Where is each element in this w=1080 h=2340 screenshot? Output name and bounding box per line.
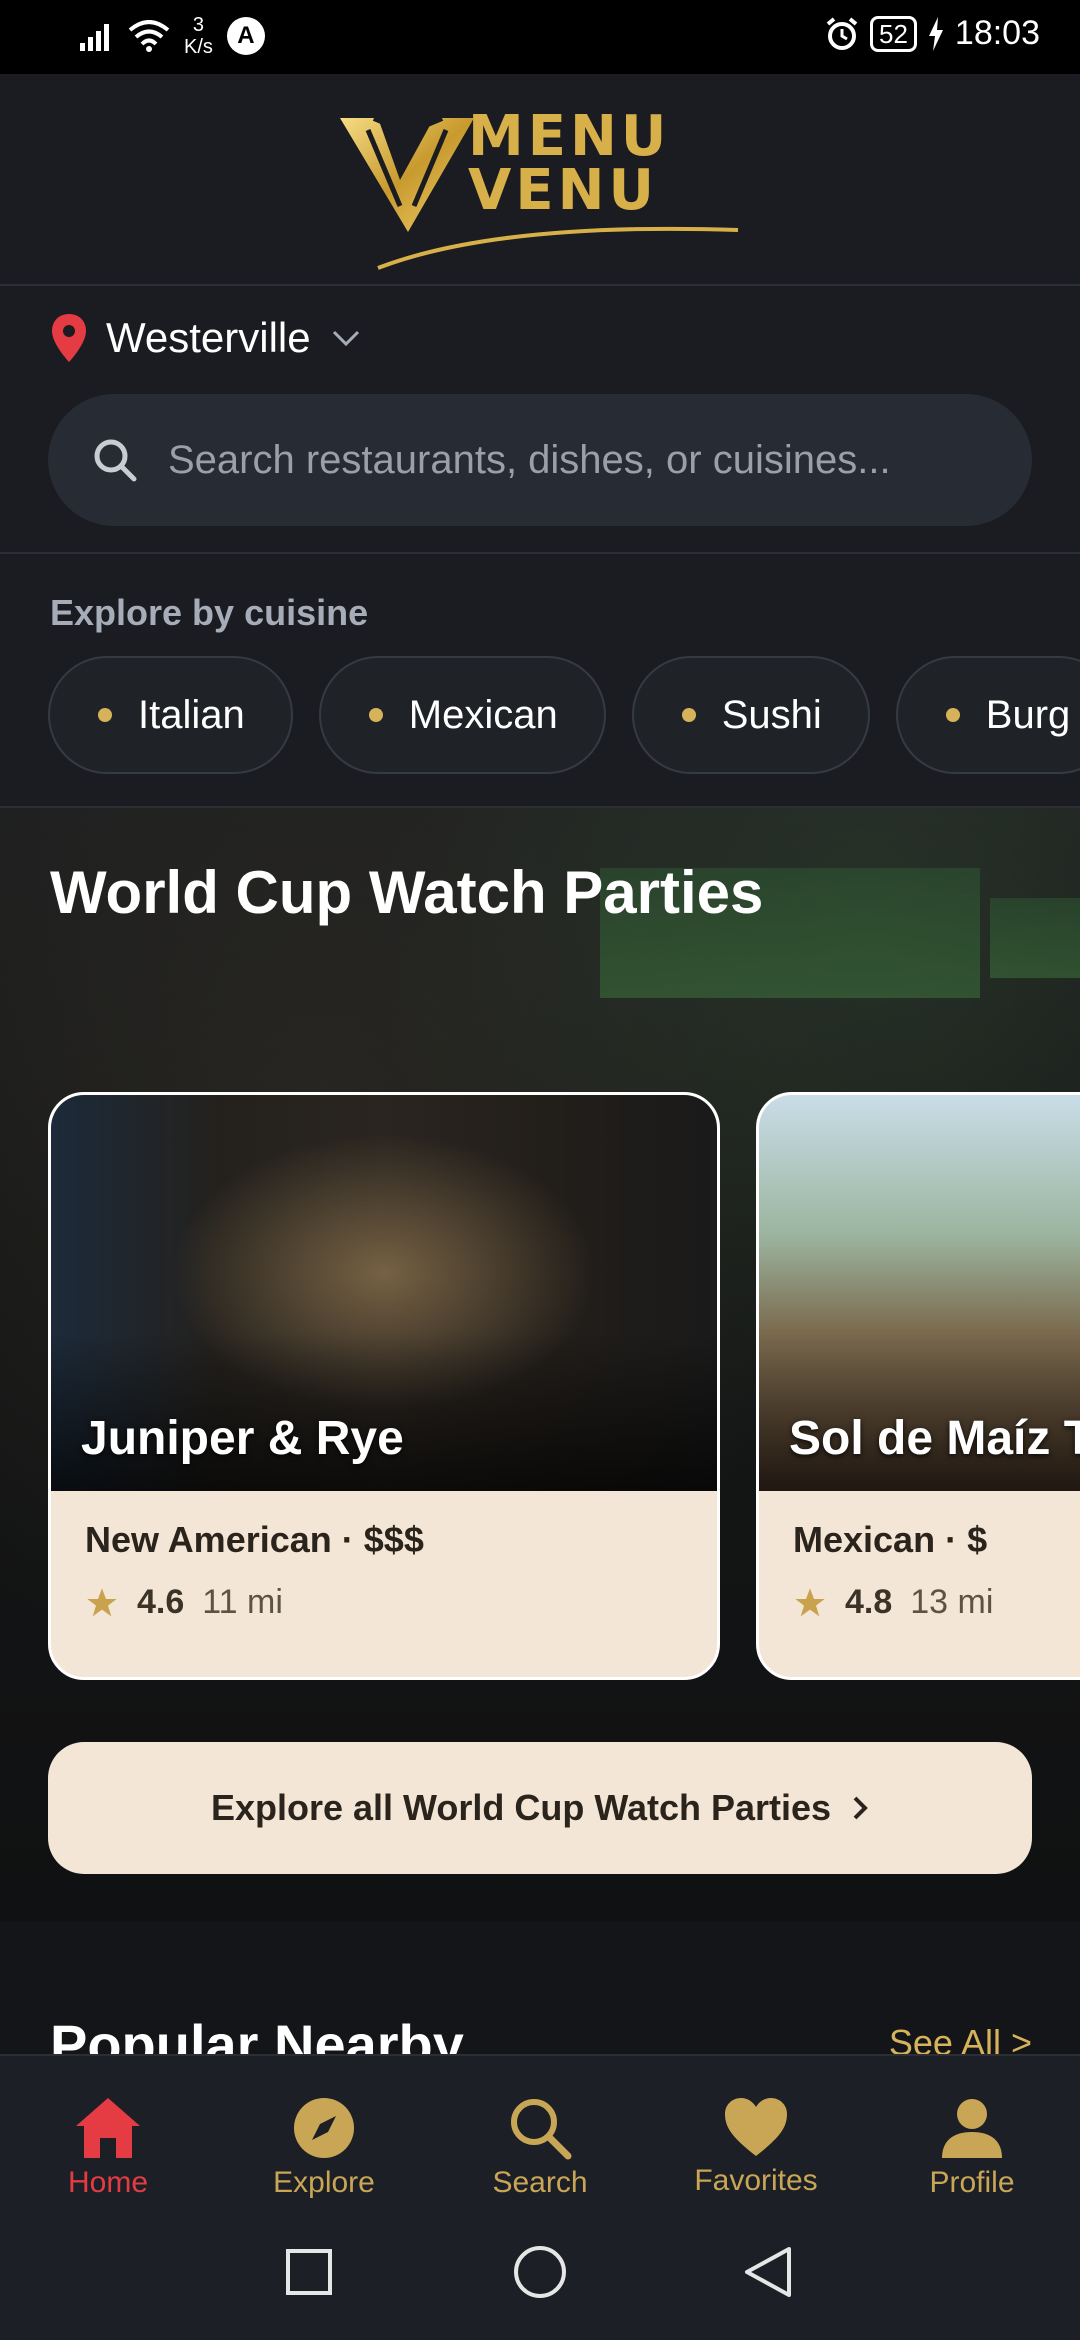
chip-dot [98, 708, 112, 722]
restaurant-meta: 4.8 13 mi [793, 1583, 993, 1622]
restaurant-rating: 4.8 [845, 1583, 893, 1621]
restaurant-rating: 4.6 [137, 1583, 185, 1621]
popular-nearby-section: Popular Nearby See All > [0, 1922, 1080, 2076]
restaurant-cuisine: New American [85, 1519, 332, 1560]
app-header: MENU VENU [0, 74, 1080, 286]
restaurant-name: Sol de Maíz T [789, 1412, 1080, 1465]
nav-profile[interactable]: Profile [872, 2096, 1072, 2200]
separator-dot: · [341, 1519, 364, 1560]
background-tv-screen [990, 898, 1080, 978]
chevron-down-icon [332, 330, 359, 347]
back-button-icon[interactable] [743, 2245, 793, 2299]
battery-indicator: 52 [869, 15, 917, 52]
recents-button-icon[interactable] [285, 2248, 333, 2296]
cuisine-chip-sushi[interactable]: Sushi [631, 656, 870, 774]
watch-parties-section: World Cup Watch Parties Juniper & Rye Ne… [0, 808, 1080, 1922]
home-button-icon[interactable] [513, 2245, 567, 2299]
vpn-icon: A [226, 17, 265, 55]
map-pin-icon [52, 314, 86, 362]
chip-dot [368, 708, 383, 722]
nav-search[interactable]: Search [440, 2096, 640, 2200]
nav-label: Profile [929, 2166, 1015, 2199]
restaurant-name: Juniper & Rye [81, 1412, 404, 1465]
bottom-navigation: Home Explore Search Favorites Profile [0, 2054, 1080, 2204]
cuisine-chip-burgers[interactable]: Burg [895, 656, 1080, 774]
search-icon [94, 439, 137, 482]
chip-label: Italian [138, 692, 245, 737]
explore-watch-parties-button[interactable]: Explore all World Cup Watch Parties [48, 1742, 1032, 1874]
alarm-icon [826, 16, 858, 50]
star-icon [87, 1587, 117, 1616]
restaurant-distance: 11 mi [202, 1583, 283, 1621]
restaurant-info: Mexican · $ [793, 1519, 987, 1561]
nav-explore[interactable]: Explore [224, 2096, 424, 2200]
heart-icon [725, 2098, 787, 2156]
cuisine-chip-italian[interactable]: Italian [48, 656, 293, 774]
chip-label: Sushi [721, 692, 822, 737]
nav-label: Explore [273, 2166, 375, 2199]
search-icon [511, 2099, 572, 2160]
clock: 18:03 [954, 14, 1040, 52]
explore-button-label: Explore all World Cup Watch Parties [210, 1787, 832, 1828]
star-icon [795, 1587, 825, 1616]
search-placeholder: Search restaurants, dishes, or cuisines.… [168, 437, 891, 482]
restaurant-info: New American · $$$ [85, 1519, 424, 1561]
menu-venu-logo[interactable]: MENU VENU [338, 104, 748, 270]
home-icon [76, 2098, 140, 2158]
separator-dot: · [945, 1519, 968, 1560]
restaurant-card[interactable]: Sol de Maíz T Mexican · $ 4.8 13 mi [756, 1092, 1080, 1680]
restaurant-cuisine: Mexican [793, 1519, 936, 1560]
system-navigation-bar [0, 2204, 1080, 2340]
wifi-icon [128, 20, 170, 52]
restaurant-meta: 4.6 11 mi [85, 1583, 283, 1622]
cuisine-section: Explore by cuisine Italian Mexican Sushi… [0, 554, 1080, 808]
nav-label: Favorites [694, 2164, 818, 2197]
nav-label: Home [67, 2166, 149, 2199]
location-city: Westerville [106, 314, 311, 361]
signal-icon [80, 24, 109, 51]
compass-icon [294, 2098, 354, 2158]
nav-home[interactable]: Home [8, 2096, 208, 2200]
logo-wordmark: MENU VENU [468, 104, 671, 223]
person-icon [942, 2099, 1002, 2158]
restaurant-card[interactable]: Juniper & Rye New American · $$$ 4.6 11 … [48, 1092, 720, 1680]
restaurant-distance: 13 mi [910, 1583, 994, 1621]
cuisine-title: Explore by cuisine [50, 592, 369, 633]
chip-label: Burg [985, 692, 1071, 737]
chevron-right-icon [853, 1796, 868, 1820]
nav-label: Search [492, 2166, 588, 2199]
restaurant-price: $ [967, 1519, 988, 1560]
location-selector[interactable]: Westerville [52, 314, 361, 362]
charging-icon [928, 16, 943, 51]
chip-label: Mexican [408, 692, 558, 737]
search-input[interactable]: Search restaurants, dishes, or cuisines.… [48, 394, 1032, 526]
cuisine-chip-list: Italian Mexican Sushi Burg [48, 656, 1080, 774]
nav-favorites[interactable]: Favorites [656, 2096, 856, 2198]
cuisine-chip-mexican[interactable]: Mexican [318, 656, 606, 774]
chip-dot [945, 708, 960, 722]
section-title: World Cup Watch Parties [50, 859, 764, 926]
network-speed: 3 K/s [184, 14, 213, 58]
location-search-section: Westerville Search restaurants, dishes, … [0, 286, 1080, 554]
logo-swoosh [377, 226, 739, 270]
chip-dot [681, 708, 696, 722]
restaurant-price: $$$ [363, 1519, 424, 1560]
status-bar: 3 K/s A 52 18:03 [0, 0, 1080, 74]
